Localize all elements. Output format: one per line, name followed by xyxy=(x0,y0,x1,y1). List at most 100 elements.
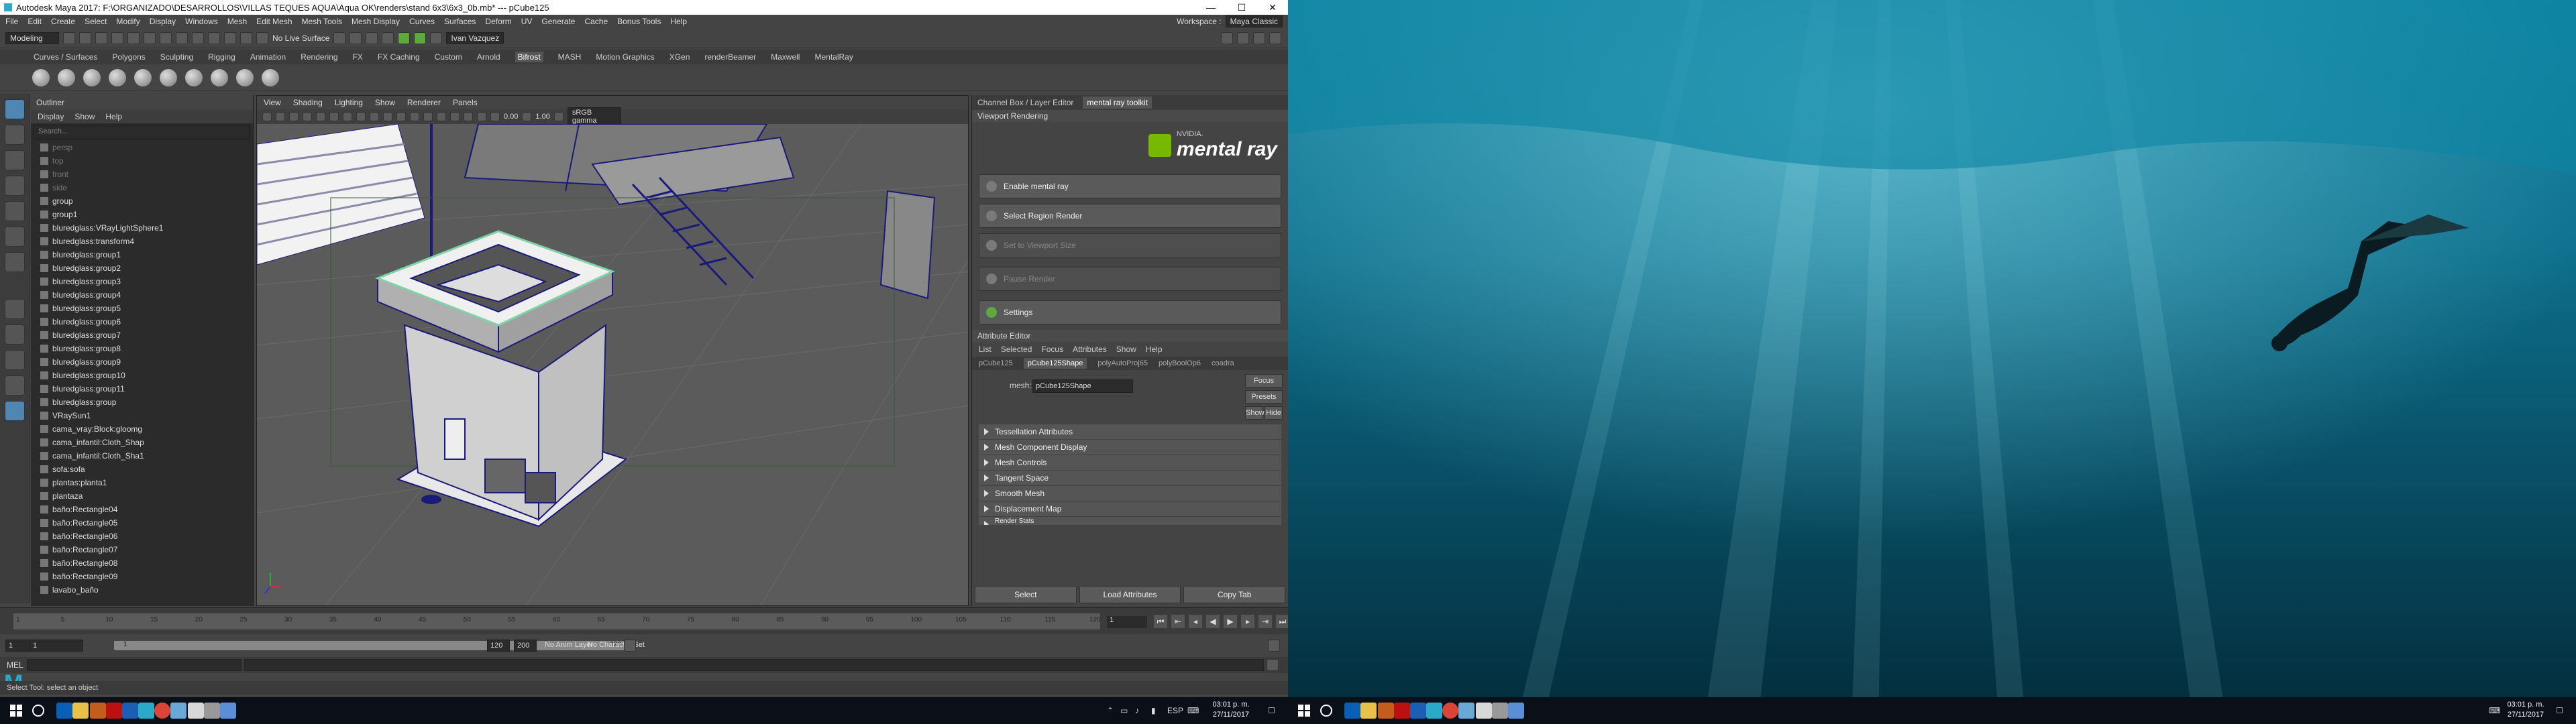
outliner-item[interactable]: cama_infantil:Cloth_Shap xyxy=(40,436,253,449)
vp-menu-panels[interactable]: Panels xyxy=(453,98,478,107)
outliner-item[interactable]: baño:Rectangle08 xyxy=(40,556,253,570)
file-explorer-icon[interactable] xyxy=(72,703,89,719)
playback-end-field[interactable]: 120 xyxy=(487,640,510,652)
paint-select-tool-icon[interactable] xyxy=(5,150,25,170)
far-value[interactable]: 1.00 xyxy=(535,113,549,121)
layout-single-icon[interactable] xyxy=(5,299,25,319)
section-tessellation[interactable]: Tessellation Attributes xyxy=(979,424,1281,439)
outliner-item[interactable]: baño:Rectangle06 xyxy=(40,530,253,543)
layout-custom-icon[interactable] xyxy=(5,401,25,421)
make-live-icon[interactable] xyxy=(256,32,268,44)
outliner-item[interactable]: bluredglass:transform4 xyxy=(40,235,253,248)
outliner-item[interactable]: bluredglass:group10 xyxy=(40,369,253,382)
show-button[interactable]: Show xyxy=(1245,406,1265,420)
antialias-icon[interactable] xyxy=(450,112,460,121)
notifications-icon-2[interactable]: ☐ xyxy=(2556,706,2563,715)
workspace-dropdown[interactable]: Maya Classic xyxy=(1225,15,1283,27)
snap-view-icon[interactable] xyxy=(240,32,252,44)
shelf-tab-custom[interactable]: Custom xyxy=(435,52,462,62)
outliner-item[interactable]: baño:Rectangle07 xyxy=(40,543,253,556)
shelf-tab-animation[interactable]: Animation xyxy=(250,52,286,62)
tray-network-icon[interactable]: ▭ xyxy=(1120,706,1128,715)
outliner-item[interactable]: front xyxy=(40,168,253,181)
ambient-occlusion-icon[interactable] xyxy=(437,112,446,121)
bifrost-aero-icon[interactable] xyxy=(58,68,75,86)
snap-curve-icon[interactable] xyxy=(208,32,220,44)
shelf-tab-fx[interactable]: FX xyxy=(353,52,363,62)
menu-edit[interactable]: Edit xyxy=(28,17,42,26)
photos-icon-2[interactable] xyxy=(1508,703,1524,719)
outliner-item[interactable]: bluredglass:group3 xyxy=(40,275,253,288)
play-forward-icon[interactable]: ▶ xyxy=(1224,615,1237,628)
ae-menu-selected[interactable]: Selected xyxy=(1001,345,1032,354)
outliner-menu-display[interactable]: Display xyxy=(38,112,64,121)
bifrost-accelerator-icon[interactable] xyxy=(134,68,152,86)
outliner-item[interactable]: bluredglass:group xyxy=(40,396,253,409)
ae-tab-polybooleop[interactable]: polyBoolOp6 xyxy=(1159,359,1201,367)
outliner-item[interactable]: bluredglass:group9 xyxy=(40,355,253,369)
textured-icon[interactable] xyxy=(396,112,406,121)
outliner-menu-help[interactable]: Help xyxy=(105,112,122,121)
outliner-item[interactable]: bluredglass:group7 xyxy=(40,328,253,342)
vp-menu-view[interactable]: View xyxy=(264,98,281,107)
vp-menu-lighting[interactable]: Lighting xyxy=(335,98,363,107)
channel-box-icon[interactable] xyxy=(1269,32,1281,44)
play-back-icon[interactable]: ◀ xyxy=(1206,615,1220,628)
presets-button[interactable]: Presets xyxy=(1245,390,1283,404)
gamma-icon[interactable] xyxy=(522,112,532,121)
user-dropdown[interactable]: Ivan Vazquez xyxy=(446,32,504,44)
perspective-viewport[interactable]: View Shading Lighting Show Renderer Pane… xyxy=(256,95,969,606)
ae-menu-attributes[interactable]: Attributes xyxy=(1073,345,1107,354)
outliner-menu-show[interactable]: Show xyxy=(74,112,95,121)
close-button[interactable]: ✕ xyxy=(1257,2,1288,13)
menu-generate[interactable]: Generate xyxy=(541,17,575,26)
photoshop-icon-2[interactable] xyxy=(1410,703,1426,719)
lights-icon[interactable] xyxy=(410,112,419,121)
end-time-field[interactable]: 200 xyxy=(514,640,537,652)
attribute-editor-icon[interactable] xyxy=(1237,32,1249,44)
focus-button[interactable]: Focus xyxy=(1245,374,1283,387)
outliner-item[interactable]: top xyxy=(40,154,253,168)
tray-chevron-icon[interactable]: ⌃ xyxy=(1107,706,1114,715)
select-by-object-icon[interactable] xyxy=(160,32,172,44)
ae-tab-pcube125[interactable]: pCube125 xyxy=(979,359,1013,367)
tray-keyboard-icon[interactable]: ⌨ xyxy=(1187,706,1199,715)
outliner-item[interactable]: cama_infantil:Cloth_Sha1 xyxy=(40,449,253,463)
shelf-tab-mash[interactable]: MASH xyxy=(558,52,582,62)
render-frame-icon[interactable] xyxy=(366,32,378,44)
ipr-render-icon[interactable] xyxy=(382,32,394,44)
script-editor-icon[interactable] xyxy=(1267,659,1279,671)
menu-help[interactable]: Help xyxy=(670,17,687,26)
render-settings-icon[interactable] xyxy=(398,32,411,44)
tray-keyboard-icon-2[interactable]: ⌨ xyxy=(2489,706,2500,715)
outliner-item[interactable]: bluredglass:group8 xyxy=(40,342,253,355)
menu-bonus-tools[interactable]: Bonus Tools xyxy=(617,17,661,26)
menu-display[interactable]: Display xyxy=(150,17,176,26)
menu-create[interactable]: Create xyxy=(51,17,75,26)
menu-file[interactable]: File xyxy=(5,17,18,26)
wireframe-icon[interactable] xyxy=(356,112,366,121)
current-frame-field[interactable]: 1 xyxy=(1107,616,1147,628)
search-icon-2[interactable] xyxy=(1320,705,1332,717)
open-scene-icon[interactable] xyxy=(79,32,91,44)
outliner-item[interactable]: bluredglass:group5 xyxy=(40,302,253,315)
ae-tab-pcube125shape[interactable]: pCube125Shape xyxy=(1023,358,1087,369)
settings-gear-icon-2[interactable] xyxy=(1492,703,1508,719)
shelf-tab-arnold[interactable]: Arnold xyxy=(477,52,500,62)
render-view-icon[interactable] xyxy=(350,32,362,44)
section-displacement-map[interactable]: Displacement Map xyxy=(979,501,1281,516)
command-input[interactable] xyxy=(27,659,241,671)
shelf-tab-xgen[interactable]: XGen xyxy=(669,52,690,62)
auto-key-icon[interactable] xyxy=(624,640,636,652)
bifrost-killplane-icon[interactable] xyxy=(160,68,177,86)
mr-settings-button[interactable]: Settings xyxy=(979,300,1281,324)
windows-start-icon-2[interactable] xyxy=(1296,703,1312,719)
layout-outliner-icon[interactable] xyxy=(5,375,25,396)
scene-3d-view[interactable] xyxy=(257,124,969,606)
anim-layer-label[interactable]: No Anim Layer xyxy=(545,641,593,649)
menu-uv[interactable]: UV xyxy=(521,17,533,26)
ae-menu-help[interactable]: Help xyxy=(1146,345,1163,354)
snap-grid-icon[interactable] xyxy=(192,32,204,44)
outliner-item[interactable]: group xyxy=(40,194,253,208)
bifrost-collider-icon[interactable] xyxy=(109,68,126,86)
